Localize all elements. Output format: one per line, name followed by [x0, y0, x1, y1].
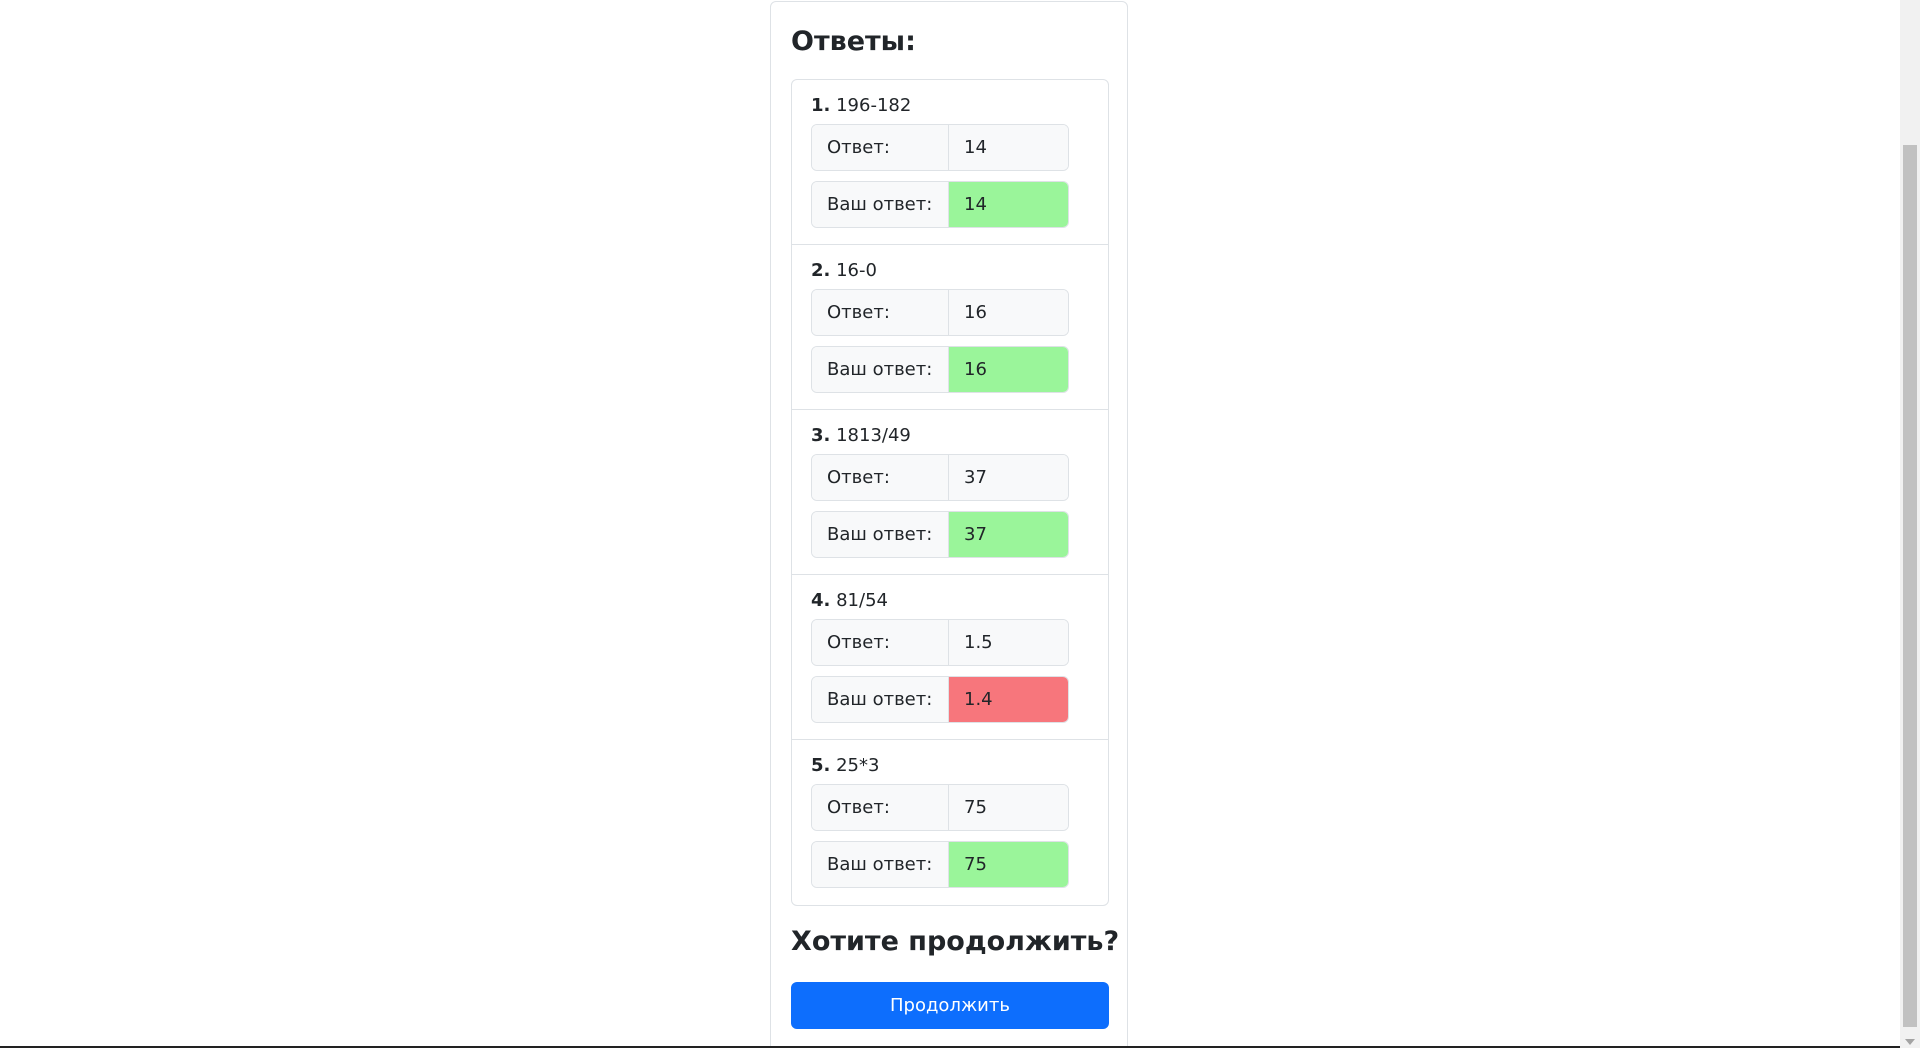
question-text: 3. 1813/49 [811, 424, 1089, 448]
user-answer-value: 1.4 [949, 677, 1068, 722]
list-item: 5. 25*3 Ответ: 75 Ваш ответ: 75 [792, 740, 1108, 905]
correct-answer-value: 75 [949, 785, 1068, 830]
list-item: 1. 196-182 Ответ: 14 Ваш ответ: 14 [792, 80, 1108, 245]
user-answer-group: Ваш ответ: 37 [811, 511, 1069, 558]
vertical-scrollbar[interactable] [1900, 0, 1920, 1048]
correct-answer-value: 16 [949, 290, 1068, 335]
user-answer-group: Ваш ответ: 1.4 [811, 676, 1069, 723]
correct-answer-group: Ответ: 75 [811, 784, 1069, 831]
list-item: 3. 1813/49 Ответ: 37 Ваш ответ: 37 [792, 410, 1108, 575]
correct-answer-label: Ответ: [812, 785, 949, 830]
question-expression: 196-182 [836, 95, 912, 116]
correct-answer-label: Ответ: [812, 290, 949, 335]
user-answer-value: 37 [949, 512, 1068, 557]
question-text: 5. 25*3 [811, 754, 1089, 778]
scrollbar-thumb[interactable] [1903, 145, 1917, 1027]
correct-answer-value: 37 [949, 455, 1068, 500]
question-number: 5. [811, 755, 831, 776]
continue-title: Хотите продолжить? [791, 926, 1120, 957]
user-answer-label: Ваш ответ: [812, 182, 949, 227]
question-text: 4. 81/54 [811, 589, 1089, 613]
question-number: 4. [811, 590, 831, 611]
question-text: 2. 16-0 [811, 259, 1089, 283]
answers-title: Ответы: [791, 26, 916, 57]
user-answer-label: Ваш ответ: [812, 512, 949, 557]
user-answer-label: Ваш ответ: [812, 347, 949, 392]
user-answer-group: Ваш ответ: 75 [811, 841, 1069, 888]
correct-answer-value: 14 [949, 125, 1068, 170]
answers-list: 1. 196-182 Ответ: 14 Ваш ответ: 14 2. 16… [791, 79, 1109, 906]
scroll-down-arrow-icon[interactable] [1905, 1039, 1915, 1045]
question-number: 1. [811, 95, 831, 116]
correct-answer-group: Ответ: 14 [811, 124, 1069, 171]
correct-answer-group: Ответ: 16 [811, 289, 1069, 336]
results-card: Ответы: 1. 196-182 Ответ: 14 Ваш ответ: … [770, 1, 1128, 1048]
correct-answer-value: 1.5 [949, 620, 1068, 665]
user-answer-label: Ваш ответ: [812, 842, 949, 887]
question-expression: 1813/49 [836, 425, 911, 446]
question-expression: 16-0 [836, 260, 877, 281]
correct-answer-label: Ответ: [812, 620, 949, 665]
page: Ответы: 1. 196-182 Ответ: 14 Ваш ответ: … [0, 0, 1920, 1048]
correct-answer-label: Ответ: [812, 125, 949, 170]
list-item: 4. 81/54 Ответ: 1.5 Ваш ответ: 1.4 [792, 575, 1108, 740]
question-expression: 25*3 [836, 755, 880, 776]
continue-button[interactable]: Продолжить [791, 982, 1109, 1029]
question-text: 1. 196-182 [811, 94, 1089, 118]
list-item: 2. 16-0 Ответ: 16 Ваш ответ: 16 [792, 245, 1108, 410]
user-answer-label: Ваш ответ: [812, 677, 949, 722]
question-number: 2. [811, 260, 831, 281]
user-answer-value: 16 [949, 347, 1068, 392]
user-answer-value: 75 [949, 842, 1068, 887]
user-answer-value: 14 [949, 182, 1068, 227]
user-answer-group: Ваш ответ: 16 [811, 346, 1069, 393]
user-answer-group: Ваш ответ: 14 [811, 181, 1069, 228]
question-number: 3. [811, 425, 831, 446]
correct-answer-label: Ответ: [812, 455, 949, 500]
correct-answer-group: Ответ: 1.5 [811, 619, 1069, 666]
correct-answer-group: Ответ: 37 [811, 454, 1069, 501]
question-expression: 81/54 [836, 590, 888, 611]
